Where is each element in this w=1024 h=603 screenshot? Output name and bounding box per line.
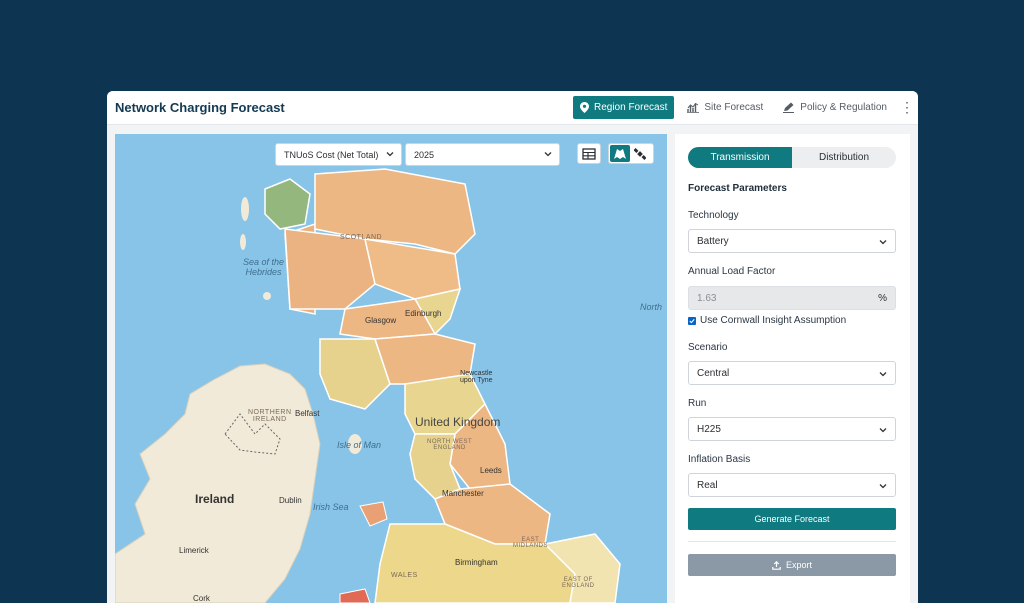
label-wales: WALES [391, 572, 418, 579]
map-layer-button[interactable] [610, 145, 630, 162]
inflation-value: Real [697, 479, 718, 491]
chevron-down-icon [879, 240, 887, 245]
label-scotland: SCOTLAND [340, 234, 383, 241]
inflation-label: Inflation Basis [688, 454, 751, 465]
divider [688, 541, 896, 542]
label-united-kingdom: United Kingdom [415, 415, 501, 429]
section-title: Forecast Parameters [688, 183, 787, 194]
year-select-value: 2025 [414, 149, 435, 160]
label-ireland: Ireland [195, 492, 235, 506]
app-title: Network Charging Forecast [115, 100, 285, 115]
map-view[interactable]: TNUoS Cost (Net Total) 2025 Sea of the H… [115, 134, 667, 603]
label-irish-sea: Irish Sea [313, 502, 349, 512]
tab-distribution[interactable]: Distribution [792, 147, 896, 168]
nav-region-forecast-label: Region Forecast [593, 102, 668, 113]
label-birmingham: Birmingham [455, 558, 498, 567]
satellite-icon [634, 147, 646, 160]
label-sea-hebrides: Sea of the Hebrides [243, 257, 285, 277]
table-view-button[interactable] [579, 145, 599, 162]
chevron-down-icon [879, 372, 887, 377]
upload-icon [772, 560, 781, 570]
map-canvas [115, 168, 621, 603]
run-value: H225 [697, 423, 721, 435]
chevron-down-icon [879, 484, 887, 489]
satellite-button[interactable] [630, 145, 650, 162]
run-label: Run [688, 398, 707, 409]
label-east-of-england: EAST OF ENGLAND [562, 577, 595, 589]
nav-policy-regulation-label: Policy & Regulation [800, 102, 887, 113]
technology-value: Battery [697, 235, 729, 247]
label-manchester: Manchester [442, 489, 484, 498]
load-factor-value: 1.63 [697, 292, 717, 304]
label-north-west-england: NORTH WEST ENGLAND [427, 439, 473, 451]
scenario-value: Central [697, 367, 730, 379]
nav-policy-regulation[interactable]: Policy & Regulation [776, 96, 894, 119]
chevron-down-icon [386, 152, 394, 157]
table-icon [582, 147, 596, 160]
technology-select[interactable]: Battery [688, 229, 896, 253]
label-north: North [640, 302, 663, 312]
year-select[interactable]: 2025 [405, 143, 560, 166]
label-belfast: Belfast [295, 409, 320, 418]
checkbox-checked-icon[interactable] [688, 316, 696, 325]
top-bar: Network Charging Forecast Region Forecas… [107, 91, 918, 125]
table-toggle [577, 143, 601, 164]
app-window: Network Charging Forecast Region Forecas… [107, 91, 918, 603]
metric-select-value: TNUoS Cost (Net Total) [284, 149, 379, 160]
label-cork: Cork [193, 594, 210, 603]
cornwall-assumption-label: Use Cornwall Insight Assumption [700, 315, 847, 326]
zone-wales-coast [359, 501, 388, 527]
chevron-down-icon [879, 428, 887, 433]
zone-highlands-west [284, 228, 376, 310]
label-dublin: Dublin [279, 496, 302, 505]
label-edinburgh: Edinburgh [405, 309, 442, 318]
pen-icon [783, 102, 795, 113]
export-button[interactable]: Export [688, 554, 896, 576]
label-isle-of-man: Isle of Man [337, 440, 382, 450]
kebab-menu-icon[interactable]: ⋮ [896, 96, 918, 119]
load-factor-field: 1.63 % [688, 286, 896, 310]
metric-select[interactable]: TNUoS Cost (Net Total) [275, 143, 402, 166]
technology-label: Technology [688, 210, 739, 221]
zone-highland-green [264, 178, 311, 230]
nav-site-forecast-label: Site Forecast [704, 102, 764, 113]
generate-forecast-button[interactable]: Generate Forecast [688, 508, 896, 530]
zone-south-west [339, 588, 371, 603]
map-pin-icon [579, 102, 589, 113]
scenario-label: Scenario [688, 342, 728, 353]
chevron-down-icon [544, 152, 552, 157]
main-nav: Region Forecast Site Forecast Policy & R… [567, 96, 918, 119]
label-leeds: Leeds [480, 466, 502, 475]
load-factor-label: Annual Load Factor [688, 266, 776, 277]
chart-icon [687, 102, 700, 113]
content-area: TNUoS Cost (Net Total) 2025 Sea of the H… [107, 125, 918, 603]
label-northern-ireland: NORTHERN IRELAND [248, 409, 292, 423]
run-select[interactable]: H225 [688, 417, 896, 441]
nav-site-forecast[interactable]: Site Forecast [680, 96, 770, 119]
label-newcastle: Newcastle upon Tyne [460, 370, 493, 384]
tab-transmission[interactable]: Transmission [688, 147, 792, 168]
nav-region-forecast[interactable]: Region Forecast [572, 96, 675, 119]
export-label: Export [785, 560, 812, 570]
scenario-select[interactable]: Central [688, 361, 896, 385]
cornwall-assumption-row[interactable]: Use Cornwall Insight Assumption [688, 315, 846, 326]
inflation-select[interactable]: Real [688, 473, 896, 497]
load-factor-suffix: % [878, 293, 887, 304]
label-glasgow: Glasgow [365, 316, 397, 325]
forecast-panel: Transmission Distribution Forecast Param… [675, 134, 910, 603]
ireland-landmass [115, 363, 321, 603]
network-type-tabs: Transmission Distribution [688, 147, 896, 168]
label-limerick: Limerick [179, 546, 209, 555]
map-style-toggle [608, 143, 654, 164]
map-layer-icon [614, 149, 626, 159]
label-east-midlands: EAST MIDLANDS [513, 537, 549, 549]
